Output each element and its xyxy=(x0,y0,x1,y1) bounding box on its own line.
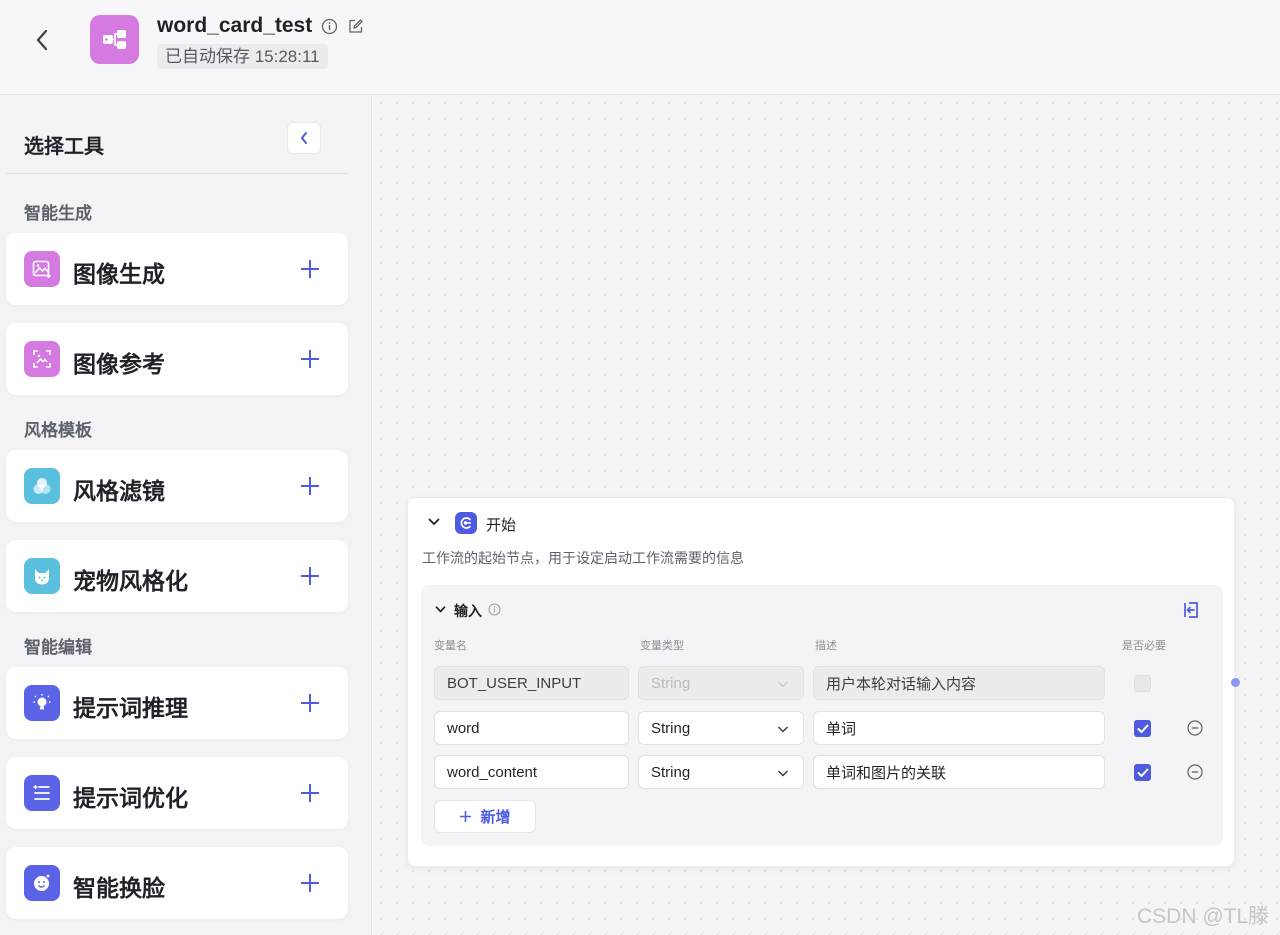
add-icon[interactable] xyxy=(298,781,322,805)
pet-style-icon xyxy=(24,558,60,594)
watermark: CSDN @TL滕 xyxy=(1137,905,1270,928)
tool-sidebar: 选择工具 智能生成 图像生成 图像参考 风格模板 风格滤镜 宠物风格化 智能编辑 xyxy=(0,95,372,935)
chevron-left-icon xyxy=(301,132,307,144)
section-label: 智能编辑 xyxy=(24,638,92,657)
collapse-sidebar-button[interactable] xyxy=(287,122,321,154)
chevron-down-icon xyxy=(777,681,789,688)
section-label: 风格模板 xyxy=(24,421,92,440)
variable-description-field[interactable]: 单词和图片的关联 xyxy=(813,755,1105,789)
add-icon[interactable] xyxy=(298,474,322,498)
variable-name-field: BOT_USER_INPUT xyxy=(434,666,629,700)
plus-icon xyxy=(460,811,472,822)
workflow-canvas[interactable]: 开始 工作流的起始节点，用于设定启动工作流需要的信息 输入 变量名 变量类型 描… xyxy=(373,95,1280,935)
variable-description-field[interactable]: 单词 xyxy=(813,711,1105,745)
node-description: 工作流的起始节点，用于设定启动工作流需要的信息 xyxy=(422,550,744,566)
chevron-down-icon[interactable] xyxy=(433,602,447,616)
app-icon xyxy=(90,15,139,64)
add-icon[interactable] xyxy=(298,564,322,588)
output-port[interactable] xyxy=(1231,678,1240,687)
tool-item-label: 宠物风格化 xyxy=(73,568,188,594)
header-bar: word_card_test 已自动保存 15:28:11 xyxy=(0,0,1280,95)
tool-item-label: 智能换脸 xyxy=(73,875,165,901)
autosave-status: 已自动保存 15:28:11 xyxy=(157,44,328,69)
face-swap-icon xyxy=(24,865,60,901)
tool-item-prompt-reasoning[interactable]: 提示词推理 xyxy=(6,667,348,739)
sidebar-divider xyxy=(6,173,348,174)
remove-row-icon[interactable] xyxy=(1187,720,1203,736)
node-title: 开始 xyxy=(486,517,517,534)
edit-icon[interactable] xyxy=(346,17,364,35)
required-checkbox[interactable] xyxy=(1134,720,1151,737)
add-icon[interactable] xyxy=(298,871,322,895)
variable-name-field[interactable]: word xyxy=(434,711,629,745)
import-icon[interactable] xyxy=(1182,601,1200,619)
required-checkbox xyxy=(1134,675,1151,692)
back-button[interactable] xyxy=(28,26,56,54)
column-header-description: 描述 xyxy=(815,640,837,652)
add-icon[interactable] xyxy=(298,347,322,371)
start-node[interactable]: 开始 工作流的起始节点，用于设定启动工作流需要的信息 输入 变量名 变量类型 描… xyxy=(407,497,1235,867)
checkmark-icon xyxy=(1137,724,1148,733)
input-panel: 输入 变量名 变量类型 描述 是否必要 BOT_USER_INPUT Strin… xyxy=(421,585,1223,846)
page-title: word_card_test xyxy=(157,14,313,37)
info-icon[interactable] xyxy=(488,603,501,616)
required-checkbox[interactable] xyxy=(1134,764,1151,781)
add-icon[interactable] xyxy=(298,257,322,281)
variable-name-field[interactable]: word_content xyxy=(434,755,629,789)
variable-type-select: String xyxy=(638,666,804,700)
tool-item-label: 图像生成 xyxy=(73,261,165,287)
chevron-down-icon xyxy=(777,726,789,733)
tool-item-image-generate[interactable]: 图像生成 xyxy=(6,233,348,305)
variable-type-value: String xyxy=(651,763,691,781)
tool-item-image-reference[interactable]: 图像参考 xyxy=(6,323,348,395)
add-variable-label: 新增 xyxy=(480,809,511,826)
sidebar-title: 选择工具 xyxy=(24,136,104,158)
info-icon[interactable] xyxy=(320,17,338,35)
tool-item-label: 风格滤镜 xyxy=(73,478,165,504)
add-variable-button[interactable]: 新增 xyxy=(434,800,536,833)
tool-item-label: 提示词推理 xyxy=(73,695,188,721)
column-header-type: 变量类型 xyxy=(640,640,684,652)
tool-item-style-filter[interactable]: 风格滤镜 xyxy=(6,450,348,522)
style-filter-icon xyxy=(24,468,60,504)
variable-description-field: 用户本轮对话输入内容 xyxy=(813,666,1105,700)
tool-item-pet-style[interactable]: 宠物风格化 xyxy=(6,540,348,612)
checkmark-icon xyxy=(1137,768,1148,777)
tool-item-label: 图像参考 xyxy=(73,351,165,377)
start-node-icon xyxy=(455,512,477,534)
add-icon[interactable] xyxy=(298,691,322,715)
variable-type-value: String xyxy=(651,674,691,692)
remove-row-icon[interactable] xyxy=(1187,764,1203,780)
variable-type-select[interactable]: String xyxy=(638,755,804,789)
chevron-left-icon xyxy=(36,29,48,51)
chevron-down-icon[interactable] xyxy=(426,514,442,530)
tool-item-label: 提示词优化 xyxy=(73,785,188,811)
prompt-optimize-icon xyxy=(24,775,60,811)
tool-item-prompt-optimize[interactable]: 提示词优化 xyxy=(6,757,348,829)
image-reference-icon xyxy=(24,341,60,377)
app-title-row: word_card_test xyxy=(157,14,364,38)
tool-item-face-swap[interactable]: 智能换脸 xyxy=(6,847,348,919)
variable-type-select[interactable]: String xyxy=(638,711,804,745)
variable-type-value: String xyxy=(651,719,691,737)
column-header-name: 变量名 xyxy=(434,640,467,652)
section-label: 智能生成 xyxy=(24,204,92,223)
prompt-reasoning-icon xyxy=(24,685,60,721)
column-header-required: 是否必要 xyxy=(1122,640,1166,652)
workflow-icon xyxy=(102,29,126,49)
image-generate-icon xyxy=(24,251,60,287)
input-panel-title: 输入 xyxy=(454,603,482,619)
chevron-down-icon xyxy=(777,770,789,777)
